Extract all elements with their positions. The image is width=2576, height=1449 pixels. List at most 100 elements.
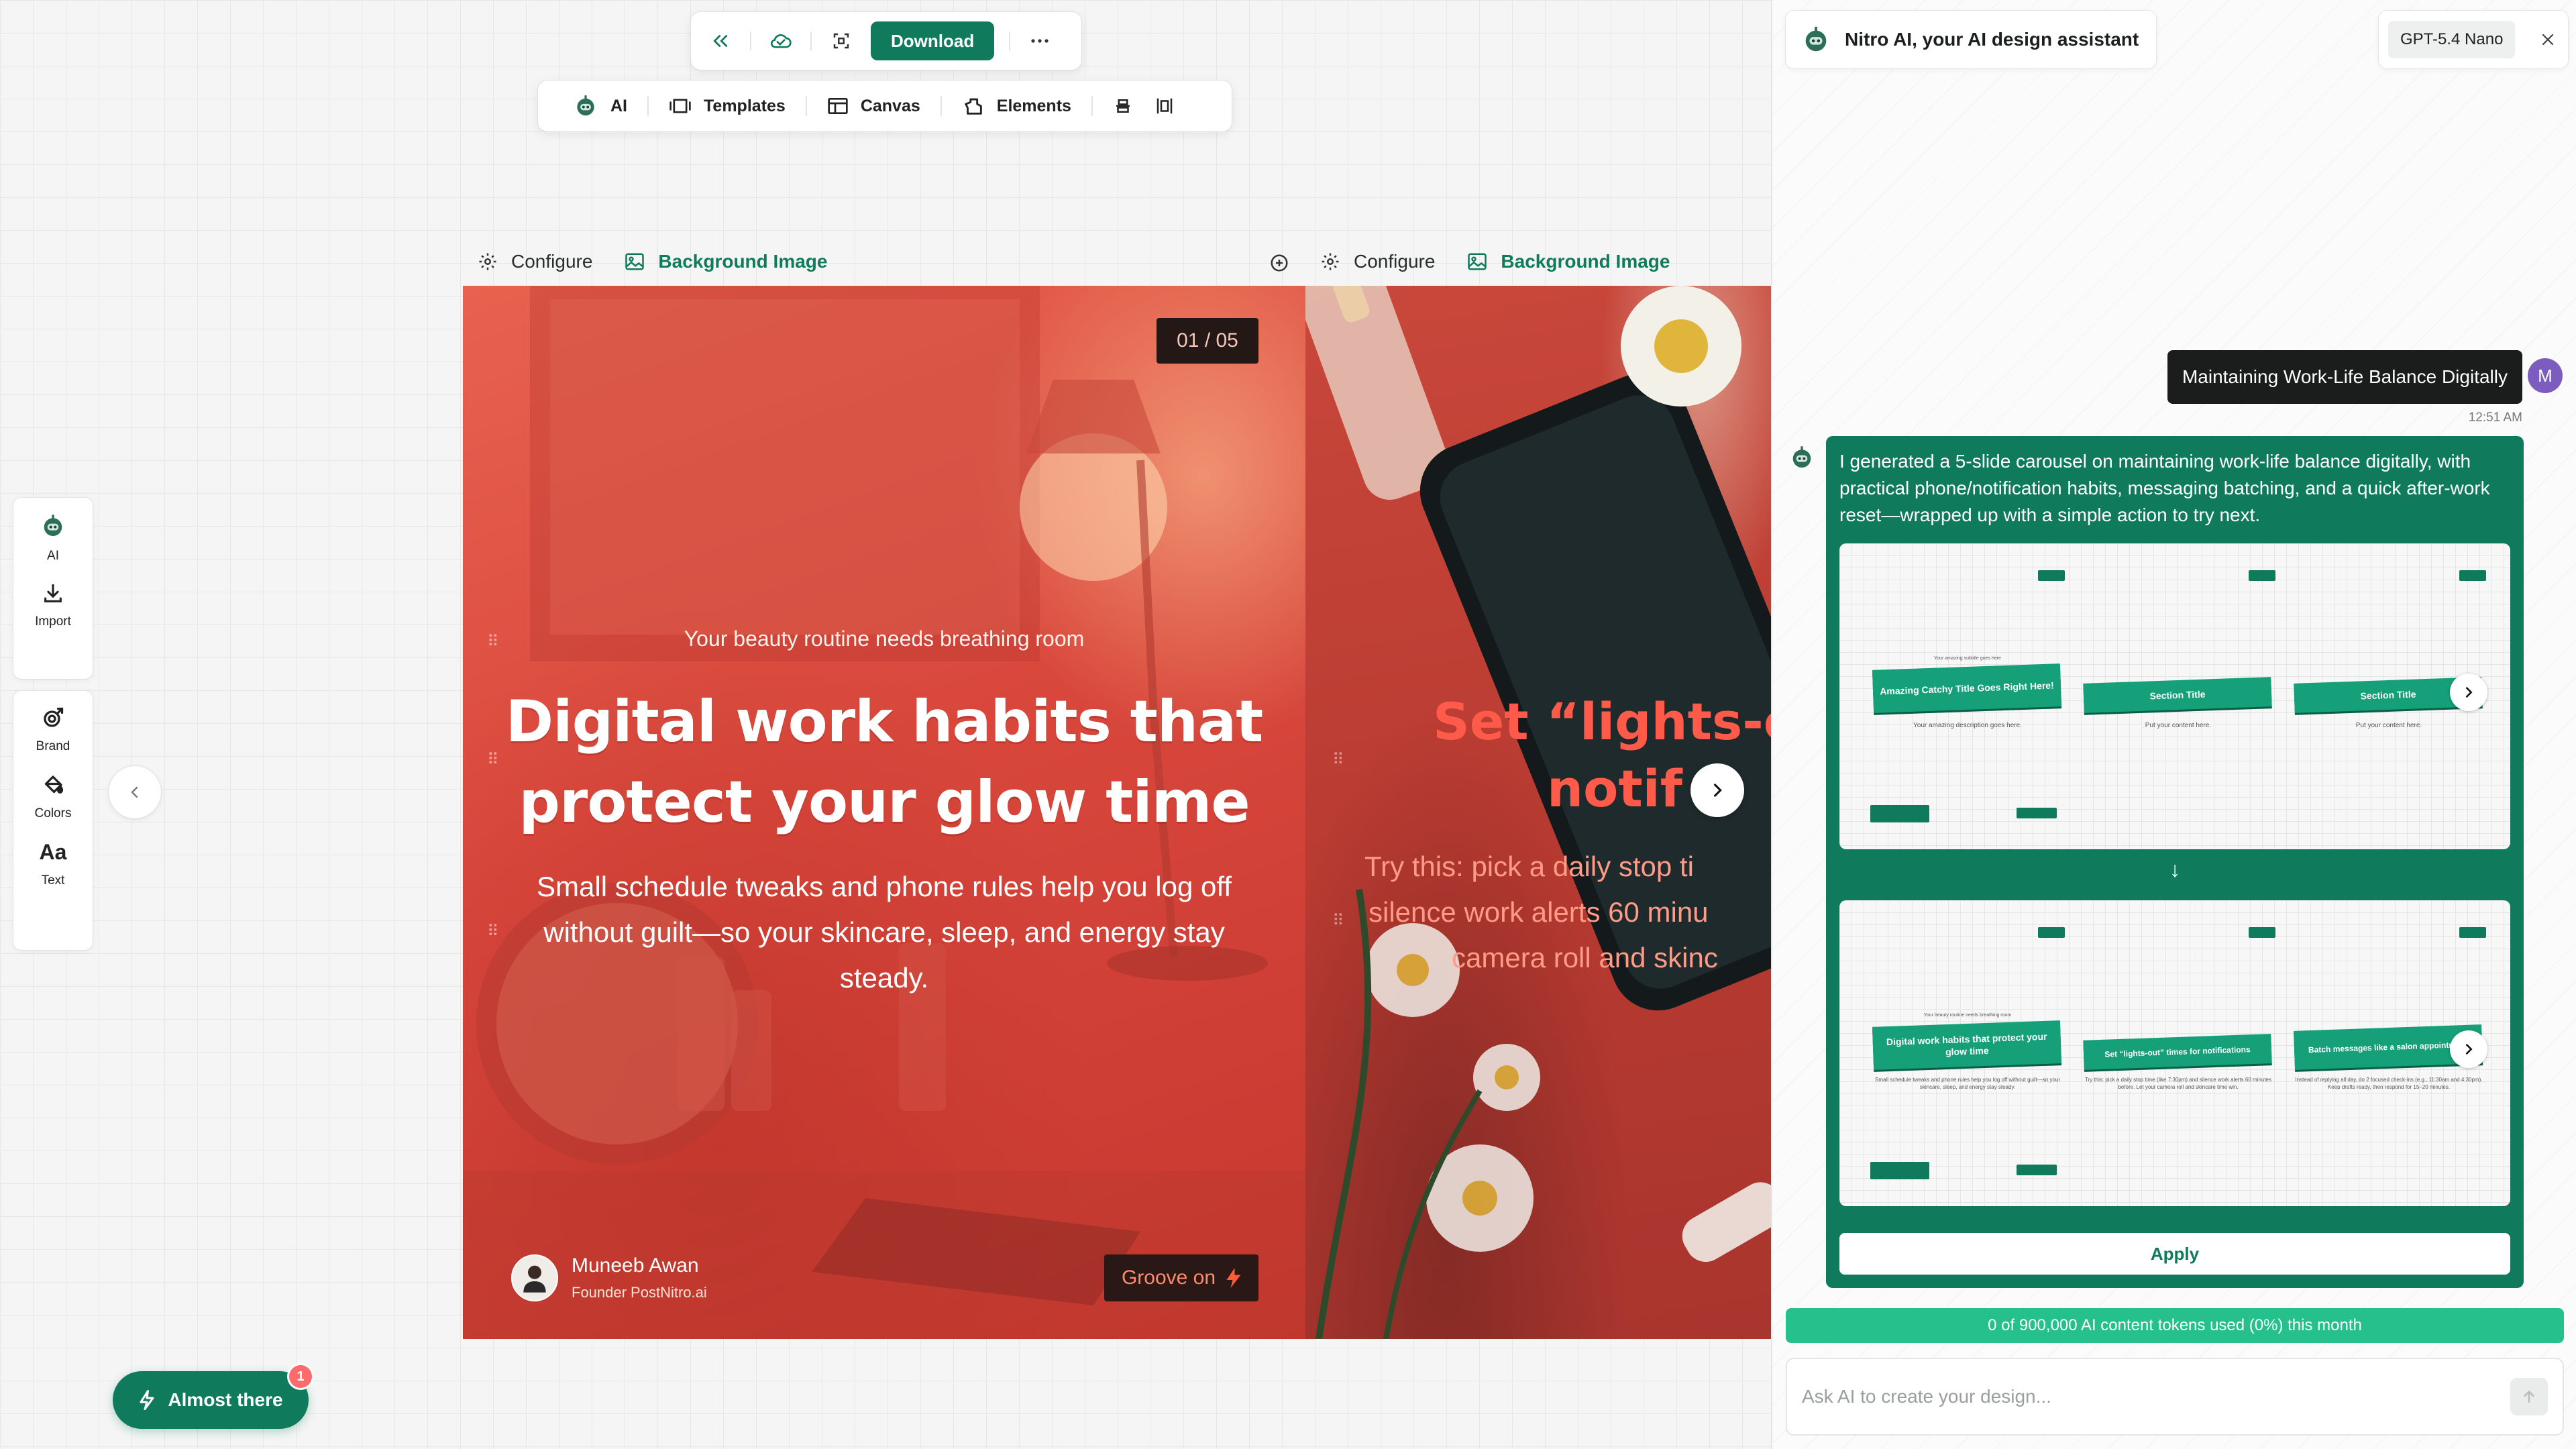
- preview-next-button[interactable]: [2450, 674, 2487, 711]
- chevron-right-icon: [1708, 781, 1727, 800]
- toolbar-item-label: AI: [610, 96, 627, 115]
- mini-slide: Your amazing subtitle goes here Amazing …: [1870, 570, 2065, 825]
- collapse-left-icon[interactable]: [706, 26, 735, 56]
- robot-icon: [573, 93, 598, 119]
- background-image-button[interactable]: Background Image: [625, 251, 827, 272]
- assistant-message-text: I generated a 5-slide carousel on mainta…: [1839, 451, 2490, 525]
- author-block[interactable]: Muneeb Awan Founder PostNitro.ai: [511, 1254, 707, 1301]
- cta-button[interactable]: Groove on: [1104, 1254, 1258, 1301]
- user-avatar: M: [2528, 358, 2563, 393]
- chat-input[interactable]: [1802, 1386, 2473, 1407]
- drag-handle-icon[interactable]: ⠿: [487, 922, 500, 941]
- carousel-preview-before[interactable]: Your amazing subtitle goes here Amazing …: [1839, 543, 2510, 849]
- toolbar-elements-button[interactable]: Elements: [942, 80, 1091, 131]
- model-selector-box: GPT-5.4 Nano: [2379, 11, 2568, 68]
- sidebar-item-brand[interactable]: Brand: [36, 706, 70, 754]
- notification-badge: 1: [287, 1363, 314, 1390]
- slide-body-line: camera roll and skinc: [1452, 942, 1718, 973]
- toolbar-templates-button[interactable]: Templates: [649, 80, 806, 131]
- gear-icon: [1322, 253, 1339, 270]
- mini-slide: Your beauty routine needs breathing room…: [1870, 927, 2065, 1182]
- mini-subtitle: Your amazing subtitle goes here: [1934, 656, 2001, 661]
- close-icon[interactable]: [2540, 32, 2556, 48]
- send-button[interactable]: [2510, 1378, 2548, 1415]
- chevron-right-icon: [2465, 1044, 2473, 1055]
- background-image-button[interactable]: Background Image: [1467, 251, 1670, 272]
- sidebar-item-label: Import: [35, 614, 71, 629]
- sidebar-item-ai[interactable]: AI: [40, 513, 66, 564]
- configure-button[interactable]: Configure: [478, 251, 592, 272]
- secondary-toolbar: AI Templates Canvas Elements: [538, 80, 1232, 131]
- slide-2[interactable]: Set “lights-out” notif Try this: pick a …: [1305, 286, 1771, 1339]
- chevron-left-icon: [127, 784, 143, 800]
- mini-description: Instead of replying all day, do 2 focuse…: [2295, 1077, 2483, 1090]
- sidebar-item-label: Brand: [36, 739, 70, 753]
- model-selector[interactable]: GPT-5.4 Nano: [2388, 21, 2516, 58]
- left-sidebar-group-style: Brand Colors Aa Text: [13, 691, 93, 950]
- drag-handle-icon[interactable]: ⠿: [1332, 911, 1346, 930]
- slide-1[interactable]: 01 / 05 ⠿ ⠿ ⠿ Your beauty routine needs …: [463, 286, 1305, 1339]
- slide-body-text[interactable]: Small schedule tweaks and phone rules he…: [510, 864, 1258, 1001]
- configure-button[interactable]: Configure: [1320, 251, 1435, 272]
- message-timestamp: 12:51 AM: [2468, 411, 2522, 425]
- mini-subtitle: Your beauty routine needs breathing room: [1923, 1013, 2012, 1018]
- slide-body-line: silence work alerts 60 minu: [1368, 896, 1709, 928]
- slide-body-text[interactable]: Try this: pick a daily stop ti silence w…: [1305, 844, 1771, 981]
- toolbar-ai-button[interactable]: AI: [553, 80, 647, 131]
- sidebar-item-colors[interactable]: Colors: [34, 773, 72, 821]
- distribute-icon[interactable]: [1148, 80, 1181, 131]
- cloud-check-icon[interactable]: [766, 26, 796, 56]
- mini-cta: [2017, 808, 2057, 818]
- collapse-panel-button[interactable]: [109, 766, 161, 818]
- token-usage-bar: 0 of 900,000 AI content tokens used (0%)…: [1786, 1308, 2564, 1343]
- paint-bucket-icon: [41, 773, 65, 797]
- more-icon[interactable]: [1025, 26, 1055, 56]
- elements-icon: [962, 95, 985, 117]
- toolbar-canvas-button[interactable]: Canvas: [807, 80, 941, 131]
- avatar: [511, 1254, 558, 1301]
- align-center-icon[interactable]: [1093, 80, 1148, 131]
- slide-title-line: Set “lights-out”: [1433, 692, 1771, 751]
- background-image-label: Background Image: [1501, 251, 1670, 272]
- next-slide-button[interactable]: [1690, 763, 1744, 817]
- carousel-preview-after[interactable]: Your beauty routine needs breathing room…: [1839, 900, 2510, 1206]
- configure-label: Configure: [511, 251, 593, 272]
- almost-there-button[interactable]: Almost there 1: [113, 1363, 314, 1429]
- preview-next-button[interactable]: [2450, 1030, 2487, 1068]
- gear-icon: [479, 253, 496, 270]
- mini-description: Small schedule tweaks and phone rules he…: [1874, 1077, 2060, 1090]
- mini-title: Amazing Catchy Title Goes Right Here!: [1872, 663, 2062, 713]
- apply-button[interactable]: Apply: [1839, 1233, 2510, 1275]
- top-toolbar: Download: [691, 12, 1081, 70]
- ai-assistant-panel: Nitro AI, your AI design assistant GPT-5…: [1771, 0, 2576, 1449]
- mini-counter: [2249, 570, 2275, 581]
- drag-handle-icon[interactable]: ⠿: [1332, 750, 1346, 769]
- mini-title: Digital work habits that protect your gl…: [1872, 1020, 2062, 1070]
- frame-icon[interactable]: [826, 26, 856, 56]
- slide-body-line: Try this: pick a daily stop ti: [1364, 851, 1694, 882]
- chevron-right-icon: [2465, 687, 2473, 698]
- slide-subtitle[interactable]: Your beauty routine needs breathing room: [463, 627, 1305, 651]
- mini-counter: [2038, 927, 2065, 938]
- lightning-icon: [138, 1390, 156, 1410]
- slide-title[interactable]: Digital work habits that protect your gl…: [503, 682, 1265, 843]
- toolbar-divider: [810, 32, 812, 50]
- robot-icon: [40, 513, 66, 539]
- author-name: Muneeb Awan: [572, 1254, 699, 1277]
- almost-there-label: Almost there: [168, 1389, 283, 1410]
- sidebar-item-label: Colors: [34, 806, 72, 820]
- canvas-icon: [827, 96, 849, 116]
- mini-author: [1870, 1162, 1929, 1179]
- brand-icon: [41, 706, 65, 730]
- add-slide-icon[interactable]: [1269, 253, 1289, 273]
- user-message: Maintaining Work-Life Balance Digitally: [2167, 350, 2522, 404]
- drag-handle-icon[interactable]: ⠿: [487, 750, 500, 769]
- mini-description: Your amazing description goes here.: [1913, 722, 2022, 729]
- download-button[interactable]: Download: [871, 21, 995, 60]
- chat-input-container: [1786, 1358, 2564, 1436]
- sidebar-item-text[interactable]: Aa Text: [40, 840, 67, 888]
- toolbar-item-label: Elements: [996, 96, 1071, 115]
- background-image-label: Background Image: [658, 251, 828, 272]
- sidebar-item-import[interactable]: Import: [35, 582, 71, 629]
- mini-description: Try this: pick a daily stop time (like 7…: [2084, 1077, 2272, 1090]
